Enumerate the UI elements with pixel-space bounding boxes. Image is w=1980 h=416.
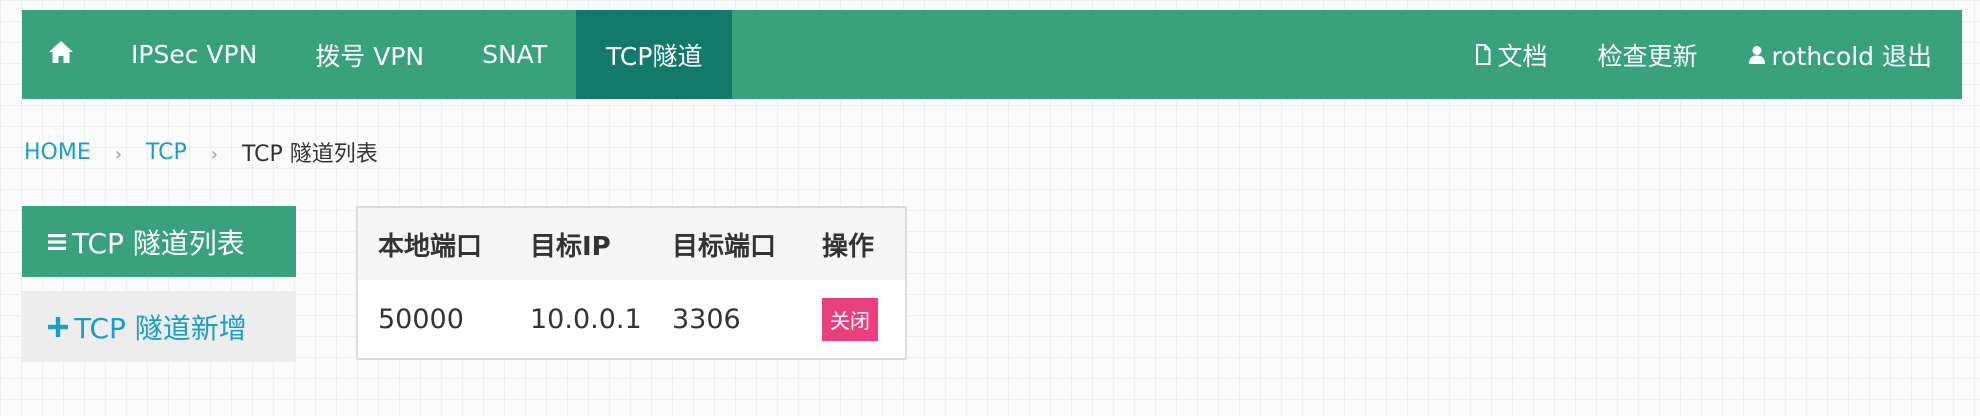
cell-target-port: 3306	[652, 280, 802, 358]
tunnel-table: 本地端口 目标IP 目标端口 操作 50000 10.0.0.1 3306 关闭	[358, 208, 905, 358]
nav-docs-link[interactable]: 文档	[1450, 10, 1572, 99]
nav-dialup-vpn[interactable]: 拨号 VPN	[286, 10, 453, 99]
column-header-target-port: 目标端口	[652, 208, 802, 280]
column-header-target-ip: 目标IP	[510, 208, 652, 280]
table-row: 50000 10.0.0.1 3306 关闭	[358, 280, 905, 358]
user-icon	[1748, 45, 1766, 65]
breadcrumb-tcp[interactable]: TCP	[146, 140, 187, 165]
sidebar-item-tunnel-add[interactable]: TCP 隧道新增	[22, 291, 296, 362]
list-icon	[48, 233, 66, 251]
home-icon	[48, 40, 74, 70]
nav-tcp-tunnel[interactable]: TCP隧道	[576, 10, 733, 99]
nav-home-button[interactable]	[22, 10, 102, 99]
top-navbar: IPSec VPN 拨号 VPN SNAT TCP隧道 文档 检查更新 roth…	[22, 10, 1962, 99]
sidebar: TCP 隧道列表 TCP 隧道新增	[22, 206, 296, 362]
sidebar-item-label: TCP 隧道列表	[72, 226, 245, 260]
breadcrumb-separator: ›	[114, 143, 122, 165]
sidebar-item-tunnel-list[interactable]: TCP 隧道列表	[22, 206, 296, 277]
cell-action: 关闭	[802, 280, 905, 358]
close-tunnel-button[interactable]: 关闭	[822, 297, 878, 341]
table-header-row: 本地端口 目标IP 目标端口 操作	[358, 208, 905, 280]
column-header-action: 操作	[802, 208, 905, 280]
cell-target-ip: 10.0.0.1	[510, 280, 652, 358]
cell-local-port: 50000	[358, 280, 510, 358]
nav-user-logout[interactable]: rothcold 退出	[1723, 10, 1962, 99]
document-icon	[1475, 44, 1491, 65]
navbar-right: 文档 检查更新 rothcold 退出	[1450, 10, 1962, 99]
column-header-local-port: 本地端口	[358, 208, 510, 280]
nav-check-update[interactable]: 检查更新	[1573, 10, 1723, 99]
breadcrumb-separator: ›	[210, 143, 218, 165]
nav-ipsec-vpn[interactable]: IPSec VPN	[102, 10, 286, 99]
tunnel-table-panel: 本地端口 目标IP 目标端口 操作 50000 10.0.0.1 3306 关闭	[356, 206, 907, 360]
sidebar-item-label: TCP 隧道新增	[74, 311, 247, 345]
plus-icon	[48, 316, 68, 337]
navbar-left: IPSec VPN 拨号 VPN SNAT TCP隧道	[22, 10, 733, 99]
breadcrumb-current: TCP 隧道列表	[241, 142, 378, 167]
logout-label: rothcold 退出	[1771, 41, 1932, 71]
docs-label: 文档	[1497, 41, 1548, 71]
nav-snat[interactable]: SNAT	[453, 10, 576, 99]
breadcrumb-home[interactable]: HOME	[24, 140, 91, 165]
breadcrumb: HOME › TCP › TCP 隧道列表	[24, 136, 378, 168]
